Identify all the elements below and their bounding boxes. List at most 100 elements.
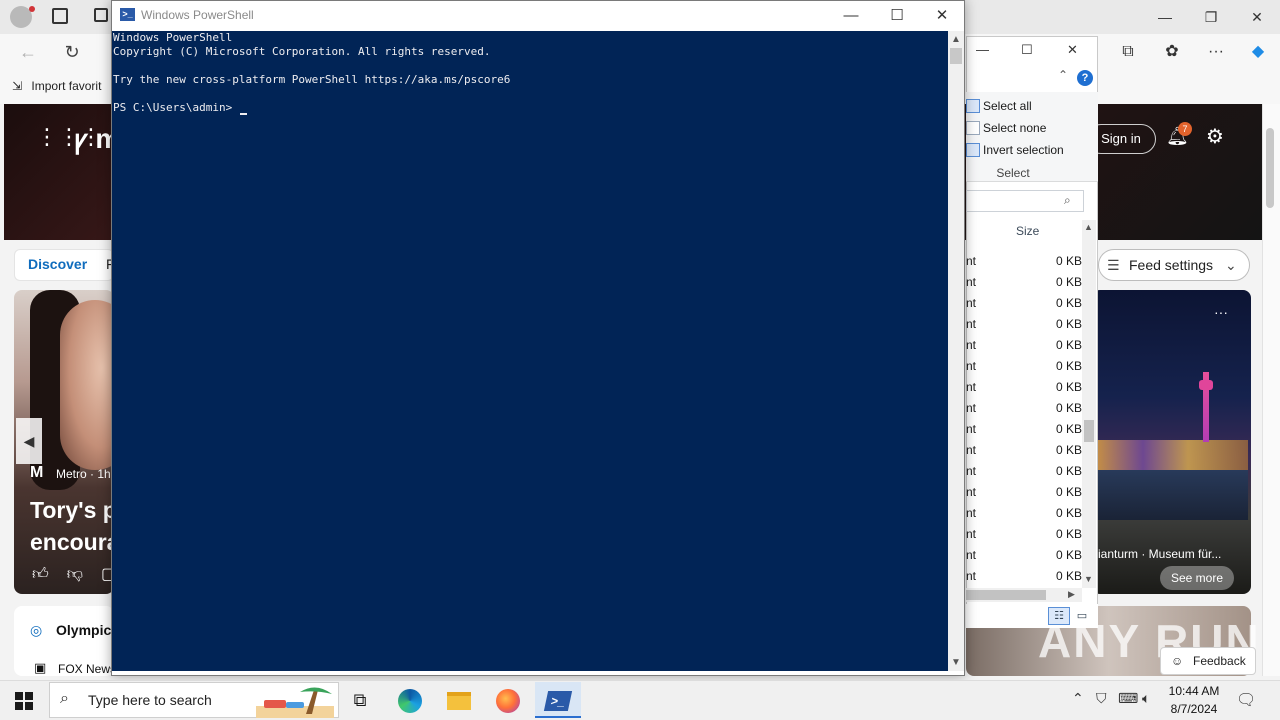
search-icon: ⌕ xyxy=(60,690,69,707)
favorites-bar-item[interactable]: ⇲ Import favorit xyxy=(12,76,101,96)
card-more-icon[interactable]: ··· xyxy=(1214,304,1228,320)
file-row[interactable]: nt 0 KB xyxy=(966,419,1082,440)
file-row[interactable]: nt 0 KB xyxy=(966,377,1082,398)
file-row[interactable]: nt 0 KB xyxy=(966,356,1082,377)
tab-actions-icon[interactable] xyxy=(52,8,68,24)
explorer-hscroll-thumb[interactable] xyxy=(966,590,1046,600)
select-all-icon xyxy=(966,99,980,113)
edge-scroll-thumb[interactable] xyxy=(1266,128,1274,208)
file-size-cell: 0 KB xyxy=(1055,254,1082,268)
firefox-icon[interactable] xyxy=(485,682,531,718)
select-none-icon xyxy=(966,121,980,135)
select-none-button[interactable]: Select none xyxy=(966,118,1071,138)
file-type-cell: nt xyxy=(966,401,977,415)
powershell-taskbar-icon[interactable]: >_ xyxy=(535,682,581,718)
file-row[interactable]: nt 0 KB xyxy=(966,503,1082,524)
help-icon[interactable]: ? xyxy=(1077,70,1093,86)
extensions-icon[interactable]: ✿ xyxy=(1158,40,1186,64)
invert-selection-button[interactable]: Invert selection xyxy=(966,140,1071,160)
edge-minimize-icon[interactable]: — xyxy=(1142,6,1188,28)
explorer-maximize-icon[interactable]: ☐ xyxy=(1021,42,1033,58)
feedback-button[interactable]: ☺ Feedback xyxy=(1160,647,1256,675)
settings-gear-icon[interactable]: ⚙ xyxy=(1206,124,1224,149)
file-row[interactable]: nt 0 KB xyxy=(966,272,1082,293)
back-icon[interactable]: ← xyxy=(16,40,40,64)
file-row[interactable]: nt 0 KB xyxy=(966,314,1082,335)
scroll-up-icon[interactable]: ▲ xyxy=(948,32,964,48)
file-row[interactable]: nt 0 KB xyxy=(966,398,1082,419)
tab-favicon-icon[interactable] xyxy=(94,8,108,22)
minimize-icon[interactable]: — xyxy=(828,1,874,31)
file-row[interactable]: nt 0 KB xyxy=(966,524,1082,545)
dislike-icon[interactable]: 👎︎ xyxy=(67,566,101,583)
file-type-cell: nt xyxy=(966,485,977,499)
news-headline-line2: encoura xyxy=(30,529,120,555)
edge-restore-icon[interactable]: ❐ xyxy=(1188,6,1234,28)
console-scrollbar[interactable] xyxy=(948,31,964,671)
select-all-button[interactable]: Select all xyxy=(966,96,1071,116)
close-icon[interactable]: ✕ xyxy=(919,1,965,31)
file-size-cell: 0 KB xyxy=(1055,275,1082,289)
file-row[interactable]: nt 0 KB xyxy=(966,545,1082,566)
details-view-icon[interactable]: ☷ xyxy=(1048,607,1070,625)
file-type-cell: nt xyxy=(966,338,977,352)
clock-date[interactable]: 8/7/2024 xyxy=(1166,702,1222,716)
news-headline-line1: Tory's p xyxy=(30,497,117,523)
explorer-vscroll-thumb[interactable] xyxy=(1084,420,1094,442)
file-type-cell: nt xyxy=(966,254,977,268)
powershell-icon[interactable]: >_ xyxy=(120,8,135,21)
powershell-console[interactable]: Windows PowerShell Copyright (C) Microso… xyxy=(112,31,948,671)
file-row[interactable]: nt 0 KB xyxy=(966,251,1082,272)
olympics-title: Olympics xyxy=(56,622,120,638)
file-type-cell: nt xyxy=(966,548,977,562)
edge-close-icon[interactable]: ✕ xyxy=(1234,6,1280,28)
scroll-down-icon[interactable]: ▼ xyxy=(948,655,964,671)
tab-discover[interactable]: Discover xyxy=(28,256,87,272)
more-options-icon[interactable]: ··· xyxy=(1202,40,1230,64)
feed-settings-button[interactable]: ☰ Feed settings ⌄ xyxy=(1098,249,1250,281)
explorer-minimize-icon[interactable]: — xyxy=(976,42,989,57)
task-view-icon[interactable]: ⧉ xyxy=(337,682,383,718)
maximize-icon[interactable]: ☐ xyxy=(874,1,920,31)
ribbon-collapse-icon[interactable]: ⌃ xyxy=(1058,68,1068,82)
favorites-bar-label: Import favorit xyxy=(31,79,102,93)
invert-selection-label: Invert selection xyxy=(983,143,1064,157)
copilot-icon[interactable]: ◆ xyxy=(1244,40,1272,64)
file-type-cell: nt xyxy=(966,275,977,289)
file-row[interactable]: nt 0 KB xyxy=(966,335,1082,356)
file-row[interactable]: nt 0 KB xyxy=(966,566,1082,587)
console-line: Try the new cross-platform PowerShell ht… xyxy=(113,73,511,86)
news-headline[interactable]: Tory's p encoura xyxy=(30,494,120,558)
file-type-cell: nt xyxy=(966,569,977,583)
console-scroll-thumb[interactable] xyxy=(950,48,962,64)
collections-icon[interactable]: ⧉ xyxy=(1114,40,1142,64)
network-icon[interactable]: ⌨ xyxy=(1118,690,1138,707)
show-hidden-icons-icon[interactable]: ⌃ xyxy=(1072,690,1084,707)
clock-time[interactable]: 10:44 AM xyxy=(1166,684,1222,698)
scroll-right-icon[interactable]: ▶ xyxy=(1068,589,1075,600)
like-icon[interactable]: 👍︎ xyxy=(32,566,67,583)
file-explorer-icon[interactable] xyxy=(436,682,482,718)
feed-settings-label: Feed settings xyxy=(1129,257,1214,273)
scroll-up-icon[interactable]: ▲ xyxy=(1084,222,1093,232)
refresh-icon[interactable]: ↻ xyxy=(60,40,84,64)
size-column-header[interactable]: Size xyxy=(1016,224,1039,238)
edge-icon[interactable] xyxy=(387,682,433,718)
large-icons-view-icon[interactable]: ▭ xyxy=(1073,607,1091,625)
start-button[interactable] xyxy=(0,680,48,720)
search-highlight-art xyxy=(256,687,334,718)
file-row[interactable]: nt 0 KB xyxy=(966,461,1082,482)
file-row[interactable]: nt 0 KB xyxy=(966,482,1082,503)
card-photo-lights xyxy=(1098,440,1248,470)
explorer-vertical-scrollbar[interactable] xyxy=(1082,220,1096,588)
volume-icon[interactable]: 🔈︎ xyxy=(1142,690,1150,707)
notification-center-icon[interactable]: 🗨︎ xyxy=(1236,690,1256,710)
see-more-button[interactable]: See more xyxy=(1160,566,1234,590)
file-row[interactable]: nt 0 KB xyxy=(966,293,1082,314)
explorer-close-icon[interactable]: ✕ xyxy=(1067,42,1078,58)
security-icon[interactable]: ⛉ xyxy=(1096,690,1107,707)
scroll-down-icon[interactable]: ▼ xyxy=(1084,574,1093,584)
file-row[interactable]: nt 0 KB xyxy=(966,440,1082,461)
file-type-cell: nt xyxy=(966,317,977,331)
carousel-prev-icon[interactable]: ◀ xyxy=(16,418,42,464)
